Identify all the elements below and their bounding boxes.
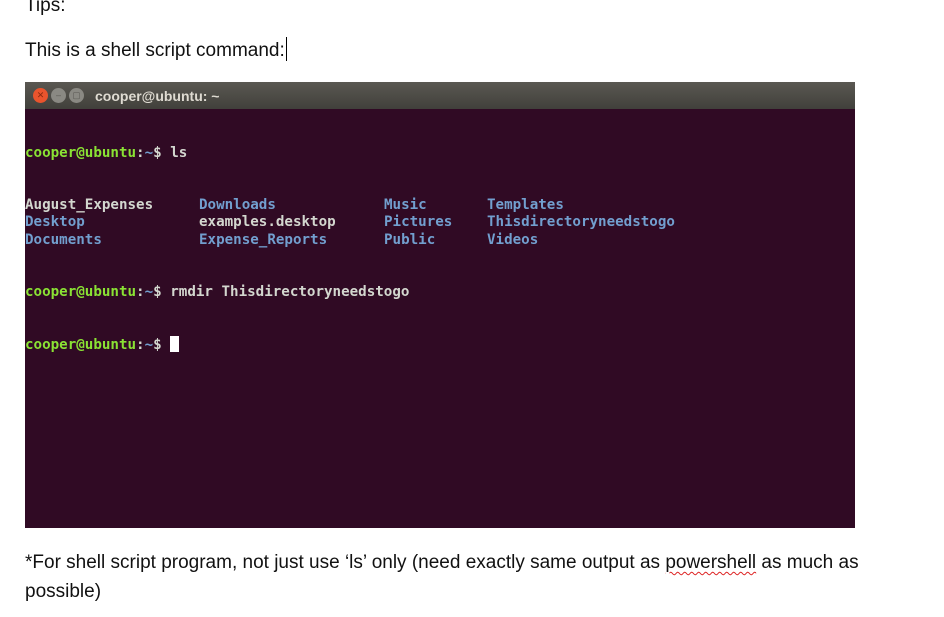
prompt-sep: : <box>136 337 145 354</box>
spellcheck-word[interactable]: powershell <box>665 552 756 573</box>
prompt-user: cooper@ubuntu <box>25 144 137 161</box>
ls-entry-directory: Pictures <box>384 214 453 231</box>
ls-row: Documents Expense_Reports Public Videos <box>25 232 855 249</box>
ls-entry-directory: Expense_Reports <box>199 231 328 248</box>
ls-entry-directory: Music <box>384 197 427 214</box>
terminal-title: cooper@ubuntu: ~ <box>95 87 220 104</box>
prompt-path: ~ <box>144 284 154 300</box>
ls-entry-file: examples.desktop <box>199 214 336 231</box>
close-icon: ✕ <box>33 88 48 103</box>
tips-heading: Tips: <box>25 0 66 16</box>
ls-row: August_Expenses Downloads Music Templates <box>25 197 855 214</box>
note-text: *For shell script program, not just use … <box>25 552 666 573</box>
intro-text: This is a shell script command: <box>25 40 285 61</box>
terminal-screenshot: ✕ – ▢ cooper@ubuntu: ~ cooper@ubuntu:~$ … <box>25 82 855 528</box>
command-text: ls <box>170 144 188 161</box>
prompt-symbol: $ <box>153 337 162 354</box>
note-paragraph: *For shell script program, not just use … <box>25 548 925 606</box>
prompt-user: cooper@ubuntu <box>25 337 137 354</box>
ls-entry-directory: Documents <box>25 231 102 248</box>
terminal-output: cooper@ubuntu:~$ ls August_Expenses Downl… <box>25 109 855 388</box>
prompt-symbol: $ <box>153 144 162 161</box>
command-text: rmdir Thisdirectoryneedstogo <box>170 284 410 300</box>
ls-entry-file: August_Expenses <box>25 197 154 214</box>
ls-row: Desktop examples.desktop Pictures Thisdirec… <box>25 214 855 231</box>
ls-entry-directory: Desktop <box>25 214 85 231</box>
prompt-line: cooper@ubuntu:~$ ls <box>25 145 855 162</box>
prompt-path: ~ <box>144 144 154 161</box>
prompt-sep: : <box>136 284 145 300</box>
ls-entry-directory: Videos <box>487 231 539 248</box>
prompt-path: ~ <box>144 337 154 354</box>
prompt-symbol: $ <box>153 284 162 300</box>
minimize-icon: – <box>51 88 66 103</box>
ls-entry-directory: Templates <box>487 197 564 214</box>
ls-entry-directory: Downloads <box>199 197 276 214</box>
terminal-cursor <box>170 336 180 353</box>
ls-entry-directory: Public <box>384 231 436 248</box>
intro-paragraph[interactable]: This is a shell script command: <box>25 36 287 65</box>
ls-entry-directory: Thisdirectoryneedstogo <box>487 214 675 231</box>
prompt-line: cooper@ubuntu:~$ rmdir Thisdirectoryneed… <box>25 284 855 301</box>
prompt-sep: : <box>136 144 145 161</box>
maximize-icon: ▢ <box>69 88 84 103</box>
prompt-line: cooper@ubuntu:~$ <box>25 336 855 353</box>
text-caret <box>285 37 287 61</box>
prompt-user: cooper@ubuntu <box>25 284 137 300</box>
ls-output: August_Expenses Downloads Music Templates De… <box>25 197 855 249</box>
terminal-titlebar: ✕ – ▢ cooper@ubuntu: ~ <box>25 82 855 109</box>
